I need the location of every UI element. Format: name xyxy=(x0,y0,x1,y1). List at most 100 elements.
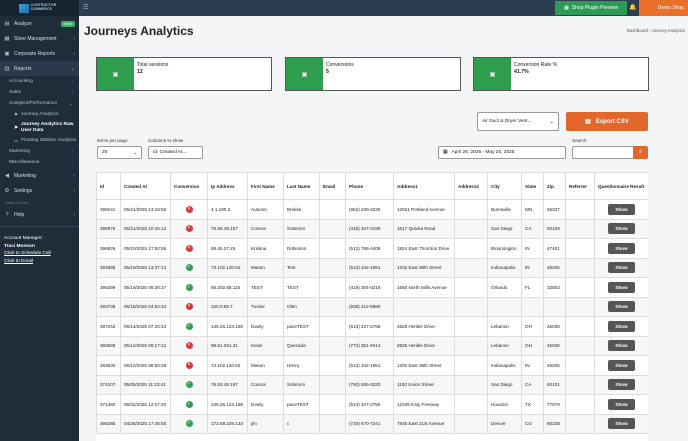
help-icon: ? xyxy=(5,211,9,218)
sidebar-item-label: Marketing xyxy=(14,172,36,179)
table-cell xyxy=(565,335,595,356)
email-link[interactable]: Click to Email xyxy=(4,258,75,266)
date-range-picker[interactable]: ▦ April 26, 2025 - May 26, 2025 xyxy=(438,146,566,159)
sidebar-subitem-label: Analytics/Performance xyxy=(9,101,57,106)
stat-card-conversion-rate: ▣ Conversion Rate % 41.7% xyxy=(473,57,649,91)
show-result-button[interactable]: Show xyxy=(608,340,635,352)
table-cell: Henry xyxy=(283,355,320,376)
column-header[interactable]: Created At xyxy=(120,172,171,200)
table-cell: CA xyxy=(521,218,544,239)
column-header[interactable]: Referrer xyxy=(565,172,595,200)
columns-select[interactable]: Id, Created At,... xyxy=(148,146,203,159)
menu-icon[interactable]: ☰ xyxy=(83,4,88,11)
logo-text: CONTRACTOR COMMERCE xyxy=(30,3,57,11)
search-button[interactable]: ⌕ xyxy=(633,146,648,159)
table-cell: Robinson xyxy=(283,238,320,259)
table-cell: paceTEST xyxy=(283,316,320,337)
show-result-button[interactable]: Show xyxy=(608,359,635,371)
sidebar-item-label: Settings xyxy=(14,187,33,194)
x-circle-icon: × xyxy=(185,225,193,233)
sidebar-subsubitem-floating-sidebar[interactable]: ▭ Floating Sidebar Analytics xyxy=(0,135,79,146)
column-header[interactable]: Id xyxy=(96,172,121,200)
bell-icon[interactable]: 🔔 xyxy=(629,4,636,11)
table-cell: Solomon xyxy=(283,218,320,239)
sidebar: CONTRACTOR COMMERCE ▤ Analyze New ▦ Stor… xyxy=(0,0,79,441)
column-header[interactable]: First Name xyxy=(247,172,284,200)
sidebar-item-settings[interactable]: ⚙ Settings ‹ xyxy=(0,183,79,198)
table-cell: 135.26.123.196 xyxy=(207,316,248,337)
table-cell: 80238 xyxy=(543,413,566,434)
column-header[interactable]: Email xyxy=(319,172,346,200)
check-circle-icon: ✓ xyxy=(185,283,193,291)
product-select[interactable]: Air Duct & Dryer Vent... ⌄ xyxy=(477,112,559,131)
show-result-button[interactable]: Show xyxy=(608,262,635,274)
sidebar-subitem-marketing[interactable]: Marketing ‹ xyxy=(0,146,79,157)
sidebar-item-marketing[interactable]: ◀ Marketing ‹ xyxy=(0,168,79,183)
sidebar-subitem-analytics-performance[interactable]: Analytics/Performance ⌄ xyxy=(0,98,79,109)
sidebar-subitem-sales[interactable]: Sales ‹ xyxy=(0,87,79,98)
table-cell xyxy=(454,296,488,317)
table-cell: 46205 xyxy=(543,257,566,278)
sidebar-subitem-label: Accounting xyxy=(9,79,33,84)
table-cell: Kristina xyxy=(247,238,284,259)
show-result-button[interactable]: Show xyxy=(608,203,635,215)
search-icon: ⌕ xyxy=(638,149,643,155)
table-cell: 45036 xyxy=(543,316,566,337)
column-header[interactable]: Ip Address xyxy=(207,172,248,200)
table-cell: 76.93.48.157 xyxy=(207,218,248,239)
table-cell: 2825 Henkle Drive xyxy=(393,316,455,337)
shop-menu-button[interactable]: Demo Shop xyxy=(639,0,688,16)
sidebar-subsubitem-journey-analytics[interactable]: ⚑ Journey Analytics xyxy=(0,109,79,120)
table-cell: 05/05/2025 11:23:41 xyxy=(120,374,171,395)
show-result-button[interactable]: Show xyxy=(608,223,635,235)
table-cell xyxy=(521,296,544,317)
table-cell: TX xyxy=(521,394,544,415)
show-result-button[interactable]: Show xyxy=(608,418,635,430)
table-cell xyxy=(454,277,488,298)
table-cell xyxy=(319,394,346,415)
column-header[interactable]: Zip xyxy=(543,172,566,200)
conversion-status: ✓ xyxy=(170,374,208,395)
conversions-icon: ▣ xyxy=(286,58,323,90)
table-cell: Olen xyxy=(283,296,320,317)
show-result-button[interactable]: Show xyxy=(608,379,635,391)
show-result-button[interactable]: Show xyxy=(608,242,635,254)
search-input[interactable] xyxy=(572,146,634,159)
breadcrumb[interactable]: Dashboard › Journey Analytics xyxy=(627,28,685,33)
sidebar-item-store-management[interactable]: ▦ Store Management ‹ xyxy=(0,31,79,46)
show-result-button[interactable]: Show xyxy=(608,320,635,332)
export-csv-button[interactable]: ▤ Export CSV xyxy=(566,112,648,131)
sidebar-subsubitem-journey-raw-data[interactable]: ⚑ Journey Analytics Raw User Data xyxy=(0,120,79,135)
table-cell: 99.61.251.31 xyxy=(207,335,248,356)
report-icon: ▥ xyxy=(4,65,10,72)
show-result-button[interactable]: Show xyxy=(608,301,635,313)
items-per-page-select[interactable]: 25 ⌄ xyxy=(97,146,142,159)
table-cell xyxy=(319,218,346,239)
shop-plugin-preview-button[interactable]: ▦ Shop Plugin Preview xyxy=(555,1,627,15)
chevron-left-icon: ‹ xyxy=(71,149,74,154)
column-header[interactable]: State xyxy=(521,172,544,200)
table-cell: Lebanon xyxy=(487,335,522,356)
conversion-status: × xyxy=(170,296,208,317)
column-header[interactable]: Last Name xyxy=(283,172,320,200)
sidebar-subitem-miscellaneous[interactable]: Miscellaneous ‹ xyxy=(0,157,79,168)
schedule-call-link[interactable]: Click to Schedule Call xyxy=(4,250,75,258)
table-row: 374107 05/05/2025 11:23:41 ✓ 76.93.48.157 Co… xyxy=(96,374,648,395)
sidebar-item-analyze[interactable]: ▤ Analyze New xyxy=(0,16,79,31)
divider xyxy=(0,226,79,227)
logo[interactable]: CONTRACTOR COMMERCE xyxy=(0,0,79,16)
column-header[interactable]: Conversion xyxy=(170,172,208,200)
sidebar-item-corporate-reports[interactable]: ▣ Corporate Reports ‹ xyxy=(0,46,79,61)
sidebar-item-reports[interactable]: ▥ Reports ⌄ xyxy=(0,61,79,76)
conversion-status: ✓ xyxy=(170,394,208,415)
column-header[interactable]: Address2 xyxy=(454,172,488,200)
show-result-button[interactable]: Show xyxy=(608,398,635,410)
sidebar-subitem-accounting[interactable]: Accounting ‹ xyxy=(0,76,79,87)
sidebar-item-help[interactable]: ? Help ‹ xyxy=(0,207,79,222)
check-circle-icon: ✓ xyxy=(185,322,193,330)
column-header[interactable]: Address1 xyxy=(393,172,455,200)
column-header[interactable]: City xyxy=(487,172,522,200)
column-header[interactable]: Questionnaire Result xyxy=(594,172,648,200)
show-result-button[interactable]: Show xyxy=(608,281,635,293)
column-header[interactable]: Phone xyxy=(345,172,394,200)
